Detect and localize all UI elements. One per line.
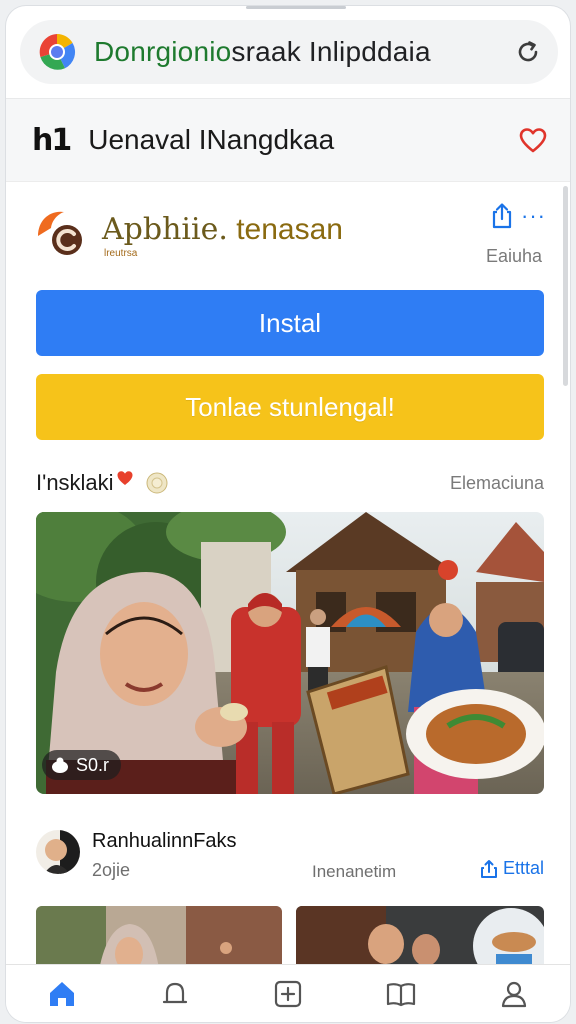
site-logo[interactable]: h1 bbox=[32, 123, 72, 158]
site-header: h1 Uenaval INangdkaa bbox=[6, 98, 570, 182]
author-action-label: Etttal bbox=[502, 858, 544, 878]
heart-emoji-icon bbox=[117, 471, 133, 485]
scrollbar[interactable] bbox=[563, 186, 568, 386]
status-indicator bbox=[246, 6, 346, 9]
app-title: Apbhiie. tenasan bbox=[102, 212, 343, 247]
url-text[interactable]: Donrgioniosraak Inlipddaia bbox=[94, 36, 431, 68]
secondary-button[interactable]: Tonlae stunlengal! bbox=[36, 374, 544, 440]
bell-icon[interactable] bbox=[159, 978, 191, 1010]
app-info-row: Apbhiie. tenasan lreutrsa ··· Eaiuha bbox=[34, 202, 546, 282]
share-icon[interactable] bbox=[489, 202, 515, 230]
heart-outline-icon[interactable] bbox=[518, 125, 548, 155]
book-icon[interactable] bbox=[385, 978, 417, 1010]
section-link[interactable]: Elemaciuna bbox=[450, 473, 544, 494]
view-count-badge: S0.r bbox=[42, 750, 122, 780]
author-name[interactable]: RanhualinnFaks bbox=[92, 830, 237, 853]
add-square-icon[interactable] bbox=[272, 978, 304, 1010]
phone-screen: Donrgioniosraak Inlipddaia h1 Uenaval IN… bbox=[6, 6, 570, 1022]
app-actions: ··· bbox=[489, 202, 546, 230]
bottom-navigation bbox=[6, 964, 570, 1022]
more-dots-icon[interactable]: ··· bbox=[521, 205, 546, 227]
reload-button[interactable] bbox=[512, 36, 544, 68]
avatar-image bbox=[36, 830, 80, 874]
hand-icon bbox=[52, 757, 68, 773]
sticker-icon bbox=[146, 472, 168, 494]
url-path: sraak Inlipddaia bbox=[231, 36, 431, 67]
site-title: Uenaval INangdkaa bbox=[88, 124, 335, 155]
view-count: S0.r bbox=[76, 754, 110, 775]
profile-icon[interactable] bbox=[498, 978, 530, 1010]
app-title-rest: tenasan bbox=[227, 213, 343, 246]
app-logo-icon bbox=[38, 211, 82, 255]
author-meta: 2ojie bbox=[92, 860, 131, 880]
reload-icon bbox=[518, 41, 538, 62]
section-title: I'nsklaki bbox=[36, 470, 114, 495]
app-side-label: Eaiuha bbox=[485, 246, 542, 266]
browser-logo-icon bbox=[39, 33, 76, 70]
author-middle-text: Inenanetim bbox=[312, 862, 397, 881]
url-domain: Donrgionio bbox=[94, 36, 232, 67]
author-action-link[interactable]: Etttal bbox=[479, 858, 544, 879]
home-icon[interactable] bbox=[46, 978, 78, 1010]
install-button[interactable]: Instal bbox=[36, 290, 544, 356]
app-subtitle: lreutrsa bbox=[104, 248, 138, 259]
address-bar[interactable]: Donrgioniosraak Inlipddaia bbox=[20, 20, 558, 84]
upload-icon bbox=[480, 859, 497, 878]
avatar[interactable] bbox=[36, 830, 80, 874]
author-row: RanhualinnFaks 2ojie Inenanetim Etttal bbox=[36, 826, 544, 886]
app-title-main: Apbhiie. bbox=[102, 212, 228, 247]
section-header: I'nsklaki Elemaciuna bbox=[36, 466, 544, 500]
